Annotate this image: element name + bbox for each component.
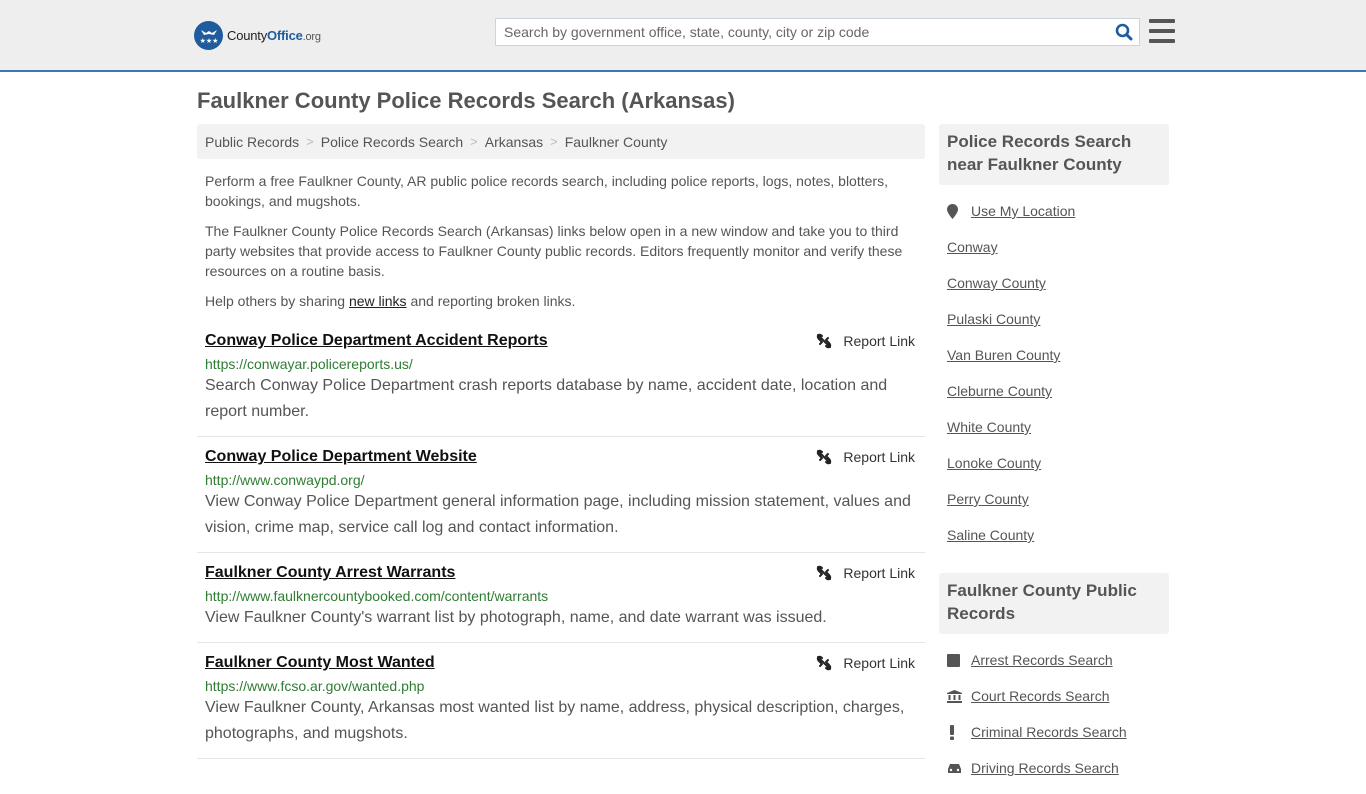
site-header: ★★★ CountyOffice.org bbox=[0, 0, 1366, 72]
report-link-button[interactable]: Report Link bbox=[816, 655, 915, 671]
nearby-link-perry-county[interactable]: Perry County bbox=[947, 491, 1029, 507]
search-box bbox=[495, 18, 1140, 46]
search-input[interactable] bbox=[496, 19, 1109, 45]
result-url[interactable]: https://conwayar.policereports.us/ bbox=[205, 356, 917, 372]
report-link-label: Report Link bbox=[843, 655, 915, 671]
result-description: View Conway Police Department general in… bbox=[205, 493, 911, 536]
nearby-link-conway[interactable]: Conway bbox=[947, 239, 998, 255]
hamburger-icon-bar bbox=[1149, 29, 1175, 33]
main-content: Public Records > Police Records Search >… bbox=[197, 124, 925, 759]
broken-link-icon bbox=[817, 449, 832, 465]
nearby-list: Use My Location Conway Conway County Pul… bbox=[939, 185, 1169, 561]
report-link-label: Report Link bbox=[843, 333, 915, 349]
logo-text: CountyOffice.org bbox=[227, 27, 321, 43]
result-description: View Faulkner County's warrant list by p… bbox=[205, 609, 827, 626]
broken-link-icon bbox=[817, 655, 832, 671]
result-title-link[interactable]: Conway Police Department Accident Report… bbox=[205, 331, 548, 351]
nearby-item: Perry County bbox=[939, 481, 1169, 517]
breadcrumb-separator: > bbox=[470, 134, 478, 149]
report-link-button[interactable]: Report Link bbox=[816, 449, 915, 465]
public-records-item: Driving Records Search bbox=[939, 750, 1169, 786]
nearby-link-lonoke-county[interactable]: Lonoke County bbox=[947, 455, 1041, 471]
result-url[interactable]: http://www.conwaypd.org/ bbox=[205, 472, 917, 488]
use-my-location-link[interactable]: Use My Location bbox=[971, 203, 1075, 219]
breadcrumb-arkansas[interactable]: Arkansas bbox=[485, 134, 543, 150]
search-icon bbox=[1115, 23, 1133, 41]
intro-paragraph-1: Perform a free Faulkner County, AR publi… bbox=[205, 173, 888, 209]
nearby-link-van-buren-county[interactable]: Van Buren County bbox=[947, 347, 1060, 363]
page-title: Faulkner County Police Records Search (A… bbox=[197, 88, 735, 113]
nearby-item: Lonoke County bbox=[939, 445, 1169, 481]
new-links-link[interactable]: new links bbox=[349, 293, 407, 309]
public-records-list: Arrest Records Search Court Records Sear… bbox=[939, 634, 1169, 794]
map-marker-icon bbox=[947, 203, 963, 219]
broken-link-icon bbox=[817, 565, 832, 581]
site-logo[interactable]: ★★★ CountyOffice.org bbox=[194, 20, 321, 50]
nearby-heading: Police Records Search near Faulkner Coun… bbox=[939, 124, 1169, 185]
result-description: View Faulkner County, Arkansas most want… bbox=[205, 699, 905, 742]
nearby-link-conway-county[interactable]: Conway County bbox=[947, 275, 1046, 291]
exclamation-icon bbox=[947, 724, 963, 740]
courthouse-icon bbox=[947, 689, 963, 703]
use-my-location-item: Use My Location bbox=[939, 193, 1169, 229]
result-description: Search Conway Police Department crash re… bbox=[205, 377, 888, 420]
intro-paragraph-2: The Faulkner County Police Records Searc… bbox=[205, 223, 903, 279]
public-records-item: Criminal Records Search bbox=[939, 714, 1169, 750]
square-icon bbox=[947, 653, 963, 667]
public-records-item: Arrest Records Search bbox=[939, 642, 1169, 678]
breadcrumb-faulkner-county[interactable]: Faulkner County bbox=[565, 134, 668, 150]
court-records-link[interactable]: Court Records Search bbox=[971, 688, 1110, 704]
report-link-label: Report Link bbox=[843, 565, 915, 581]
results-list: Conway Police Department Accident Report… bbox=[197, 321, 925, 759]
arrest-records-link[interactable]: Arrest Records Search bbox=[971, 652, 1113, 668]
result-item: Faulkner County Most Wanted Report Link … bbox=[197, 643, 925, 759]
nearby-item: Pulaski County bbox=[939, 301, 1169, 337]
nearby-link-white-county[interactable]: White County bbox=[947, 419, 1031, 435]
breadcrumb-separator: > bbox=[306, 134, 314, 149]
nearby-item: White County bbox=[939, 409, 1169, 445]
result-title-link[interactable]: Faulkner County Arrest Warrants bbox=[205, 563, 455, 583]
nearby-item: Van Buren County bbox=[939, 337, 1169, 373]
breadcrumb: Public Records > Police Records Search >… bbox=[197, 124, 925, 159]
nearby-item: Conway bbox=[939, 229, 1169, 265]
public-records-item: Court Records Search bbox=[939, 678, 1169, 714]
result-url[interactable]: https://www.fcso.ar.gov/wanted.php bbox=[205, 678, 917, 694]
result-url[interactable]: http://www.faulknercountybooked.com/cont… bbox=[205, 588, 917, 604]
nearby-link-cleburne-county[interactable]: Cleburne County bbox=[947, 383, 1052, 399]
svg-text:★★★: ★★★ bbox=[199, 37, 218, 45]
sidebar: Police Records Search near Faulkner Coun… bbox=[939, 124, 1169, 794]
driving-records-link[interactable]: Driving Records Search bbox=[971, 760, 1119, 776]
car-icon bbox=[947, 762, 963, 775]
report-link-button[interactable]: Report Link bbox=[816, 333, 915, 349]
report-link-button[interactable]: Report Link bbox=[816, 565, 915, 581]
intro-text: Perform a free Faulkner County, AR publi… bbox=[197, 159, 925, 311]
public-records-heading: Faulkner County Public Records bbox=[939, 573, 1169, 634]
result-item: Conway Police Department Website Report … bbox=[197, 437, 925, 553]
criminal-records-link[interactable]: Criminal Records Search bbox=[971, 724, 1127, 740]
nearby-link-pulaski-county[interactable]: Pulaski County bbox=[947, 311, 1040, 327]
hamburger-icon-bar bbox=[1149, 19, 1175, 23]
broken-link-icon bbox=[817, 333, 832, 349]
result-title-link[interactable]: Faulkner County Most Wanted bbox=[205, 653, 435, 673]
hamburger-menu-button[interactable] bbox=[1149, 19, 1175, 43]
nearby-item: Cleburne County bbox=[939, 373, 1169, 409]
eagle-stars-logo-icon: ★★★ bbox=[194, 20, 223, 50]
nearby-item: Saline County bbox=[939, 517, 1169, 553]
report-link-label: Report Link bbox=[843, 449, 915, 465]
breadcrumb-separator: > bbox=[550, 134, 558, 149]
nearby-link-saline-county[interactable]: Saline County bbox=[947, 527, 1034, 543]
search-button[interactable] bbox=[1109, 19, 1139, 45]
nearby-item: Conway County bbox=[939, 265, 1169, 301]
intro-paragraph-3: Help others by sharing new links and rep… bbox=[205, 293, 576, 309]
result-title-link[interactable]: Conway Police Department Website bbox=[205, 447, 477, 467]
breadcrumb-public-records[interactable]: Public Records bbox=[205, 134, 299, 150]
hamburger-icon-bar bbox=[1149, 39, 1175, 43]
result-item: Faulkner County Arrest Warrants Report L… bbox=[197, 553, 925, 643]
breadcrumb-police-records-search[interactable]: Police Records Search bbox=[321, 134, 463, 150]
result-item: Conway Police Department Accident Report… bbox=[197, 321, 925, 437]
